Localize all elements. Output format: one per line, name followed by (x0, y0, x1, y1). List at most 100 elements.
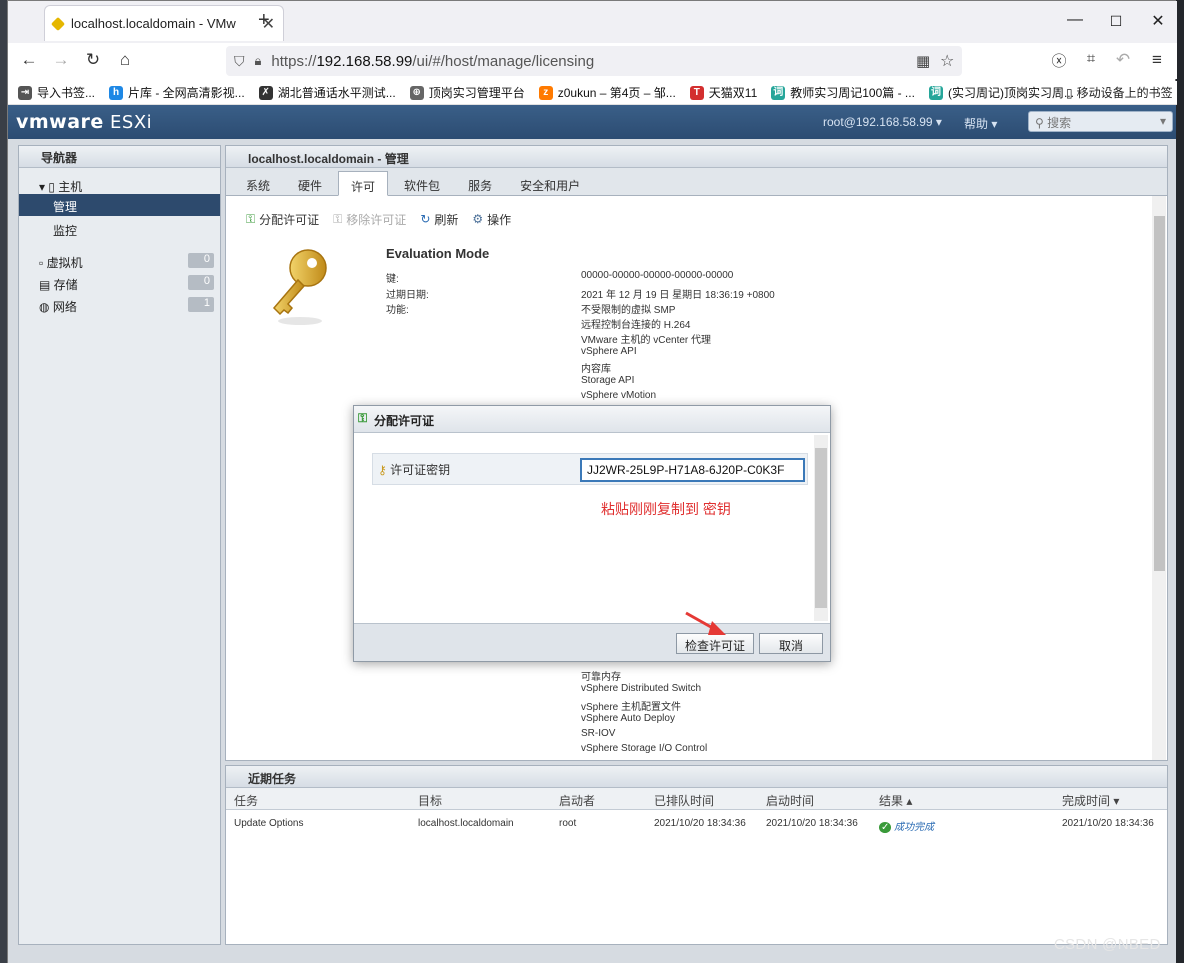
mobile-bookmarks-label: 移动设备上的书签 (1076, 86, 1173, 100)
maximize-button[interactable]: ☐ (1106, 13, 1126, 30)
qr-code-icon[interactable]: ▦ (916, 52, 930, 70)
col-target[interactable]: 目标 (418, 792, 442, 809)
user-menu[interactable]: root@192.168.58.99 ▾ (823, 115, 942, 129)
bookmark-icon: ⇥ (18, 85, 32, 100)
tab-packages[interactable]: 软件包 (392, 173, 452, 195)
feature-item: vSphere vMotion (581, 390, 657, 401)
bookmark-label: 教师实习周记100篇 - ... (790, 86, 915, 100)
feature-item: 可靠内存 (581, 672, 621, 683)
actions-label: 操作 (487, 212, 512, 227)
reload-icon[interactable]: ↻ (82, 50, 104, 70)
tab-security-users[interactable]: 安全和用户 (508, 173, 592, 195)
minimize-button[interactable]: — (1065, 11, 1085, 29)
annotation-arrow (685, 611, 726, 635)
forward-icon[interactable]: → (50, 50, 72, 70)
bookmark-item[interactable]: ✗ 湖北普通话水平测试... (258, 84, 396, 101)
home-icon[interactable]: ⌂ (114, 50, 136, 70)
manage-tabs: 系统 硬件 许可 软件包 服务 安全和用户 (226, 168, 1167, 196)
nav-item-manage[interactable]: 管理 (19, 194, 220, 216)
license-key-input[interactable] (580, 458, 805, 482)
back-icon[interactable]: ← (18, 50, 40, 70)
remove-license-label: 移除许可证 (346, 212, 407, 227)
task-target[interactable]: localhost.localdomain (418, 818, 514, 829)
col-initiator[interactable]: 启动者 (559, 792, 595, 809)
main-scrollbar-thumb[interactable] (1154, 216, 1165, 571)
search-placeholder: 搜索 (1047, 116, 1072, 130)
search-icon: ⚲ (1035, 116, 1048, 130)
dialog-title-label: 分配许可证 (374, 414, 435, 428)
lock-icon[interactable]: 🔒︎ (255, 53, 262, 69)
shield-icon[interactable]: ⛉ (234, 53, 245, 70)
task-name: Update Options (234, 818, 304, 829)
nav-vms[interactable]: ▫ 虚拟机 0 (19, 250, 220, 272)
feature-item: vSphere Auto Deploy (581, 713, 675, 724)
refresh-icon: ↻ (420, 212, 431, 226)
bookmark-star-icon[interactable]: ☆ (940, 51, 954, 71)
nav-network[interactable]: ◍ 网络 1 (19, 294, 220, 316)
key-value: 00000-00000-00000-00000-00000 (581, 270, 734, 281)
dialog-scrollbar-thumb[interactable] (815, 448, 827, 608)
task-started: 2021/10/20 18:34:36 (766, 818, 858, 829)
tab-licensing[interactable]: 许可 (338, 171, 389, 196)
close-window-button[interactable]: ✕ (1148, 11, 1168, 31)
dialog-title: ⚿ 分配许可证 (354, 406, 830, 433)
nav-group-label: 网络 (52, 300, 77, 314)
bookmark-item[interactable]: ⊕ 顶岗实习管理平台 (409, 84, 525, 101)
bookmark-item[interactable]: 词 (实习周记)顶岗实习周... (928, 84, 1074, 101)
new-tab-button[interactable]: + (258, 9, 270, 32)
nav-host[interactable]: ▾ ▯ 主机 (19, 174, 220, 196)
nav-group-label: 存储 (53, 278, 78, 292)
feature-item: Storage API (581, 375, 635, 386)
desktop-left-edge (0, 0, 7, 963)
help-menu[interactable]: 帮助 ▾ (964, 115, 997, 132)
col-result[interactable]: 结果 ▴ (879, 792, 912, 809)
feature-item: 不受限制的虚拟 SMP (581, 305, 676, 316)
extension-x-icon[interactable]: ⓧ (1048, 50, 1070, 71)
bookmark-label: 湖北普通话水平测试... (277, 86, 396, 100)
key-icon (264, 246, 334, 329)
bookmark-item[interactable]: h 片库 - 全网高清影视... (109, 84, 245, 101)
tasks-header-row: 任务 目标 启动者 已排队时间 启动时间 结果 ▴ 完成时间 ▾ (226, 788, 1167, 810)
bookmark-item[interactable]: T 天猫双11 (689, 84, 757, 101)
feature-item: SR-IOV (581, 728, 616, 739)
feature-item: 内容库 (581, 364, 611, 375)
key-remove-icon: ⚿ (333, 211, 343, 226)
bookmark-item[interactable]: ⇥ 导入书签... (18, 84, 95, 101)
cancel-button[interactable]: 取消 (759, 633, 823, 654)
bookmarks-bar: ⇥ 导入书签... h 片库 - 全网高清影视... ✗ 湖北普通话水平测试... ⊕ 顶岗实… (8, 81, 1177, 105)
key-add-icon: ⚿ (246, 211, 256, 226)
tab-hardware[interactable]: 硬件 (286, 173, 334, 195)
col-started[interactable]: 启动时间 (766, 792, 814, 809)
mobile-bookmarks[interactable]: ▯ 移动设备上的书签 (1066, 84, 1173, 101)
nav-item-monitor[interactable]: 监控 (19, 218, 220, 240)
nav-storage[interactable]: ▤ 存储 0 (19, 272, 220, 294)
search-input[interactable]: ⚲ 搜索 ▾ (1028, 111, 1173, 132)
tab-system[interactable]: 系统 (234, 173, 282, 195)
assign-license-button[interactable]: ⚿ 分配许可证 (246, 211, 319, 228)
desktop-right-edge (1176, 0, 1184, 963)
bookmark-item[interactable]: z z0ukun – 第4页 – 邹... (538, 84, 676, 101)
license-key-label: ⚷ 许可证密钥 (378, 461, 450, 478)
remove-license-button[interactable]: ⚿ 移除许可证 (333, 211, 406, 228)
col-completed[interactable]: 完成时间 ▾ (1062, 792, 1119, 809)
license-title: Evaluation Mode (386, 246, 490, 261)
bookmark-label: 片库 - 全网高清影视... (128, 86, 245, 100)
browser-tab[interactable]: localhost.localdomain - VMw ✕ (44, 5, 284, 41)
menu-icon[interactable]: ≡ (1146, 50, 1168, 70)
col-queued[interactable]: 已排队时间 (654, 792, 714, 809)
task-completed: 2021/10/20 18:34:36 (1062, 818, 1154, 829)
refresh-button[interactable]: ↻ 刷新 (420, 211, 458, 228)
feature-item: vSphere Distributed Switch (581, 683, 702, 694)
actions-button[interactable]: ⚙ 操作 (472, 211, 511, 228)
task-queued: 2021/10/20 18:34:36 (654, 818, 746, 829)
bookmark-item[interactable]: 词教师实习周记100篇 - ... (771, 84, 915, 101)
tab-services[interactable]: 服务 (456, 173, 504, 195)
col-task[interactable]: 任务 (234, 792, 258, 809)
key-add-icon: ⚿ (358, 411, 368, 425)
undo-icon[interactable]: ↶ (1112, 50, 1134, 70)
feature-item: 远程控制台连接的 H.264 (581, 320, 691, 331)
crop-icon[interactable]: ⌗ (1080, 50, 1102, 67)
dialog-body: ⚷ 许可证密钥 粘贴刚刚复制到 密钥 (354, 433, 830, 623)
address-bar[interactable]: ⛉ 🔒︎ https://192.168.58.99/ui/#/host/man… (226, 46, 962, 76)
nav-host-label: 主机 (58, 180, 83, 194)
